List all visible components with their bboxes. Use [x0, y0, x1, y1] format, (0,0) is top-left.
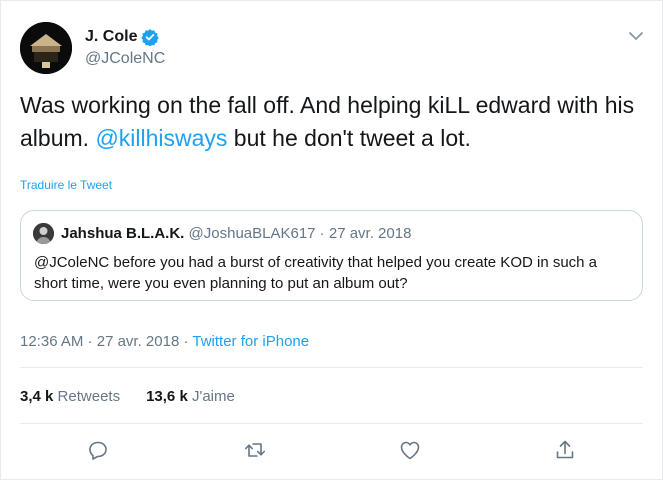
author-name-row: J. Cole: [85, 28, 160, 46]
tweet-card: J. Cole @JColeNC Was working on the fall…: [0, 0, 663, 480]
quoted-tweet[interactable]: Jahshua B.L.A.K. @JoshuaBLAK617 · 27 avr…: [20, 210, 643, 301]
tweet-time[interactable]: 12:36 AM: [20, 333, 83, 350]
retweet-icon: [245, 443, 265, 457]
quoted-text: @JColeNC before you had a burst of creat…: [34, 254, 598, 292]
retweets-label: Retweets: [57, 388, 121, 405]
retweet-button[interactable]: [243, 438, 267, 462]
quoted-author-name: Jahshua B.L.A.K.: [61, 225, 185, 242]
meta-separator-1: ·: [83, 333, 97, 350]
reply-icon: [89, 441, 107, 460]
divider-top: [20, 367, 643, 368]
chevron-down-icon[interactable]: [627, 27, 645, 45]
heart-icon: [400, 441, 420, 460]
likes-count: 13,6 k: [146, 388, 188, 405]
tweet-stats: 3,4 k Retweets 13,6 k J'aime: [20, 388, 235, 405]
like-button[interactable]: [398, 438, 422, 462]
share-button[interactable]: [553, 438, 577, 462]
retweets-count: 3,4 k: [20, 388, 54, 405]
author-avatar[interactable]: [20, 22, 72, 74]
author-name[interactable]: J. Cole: [85, 28, 137, 46]
quoted-author-avatar: [33, 223, 54, 244]
tweet-text-part2: but he don't tweet a lot.: [227, 125, 471, 151]
share-icon: [556, 440, 574, 459]
likes-stat[interactable]: 13,6 k J'aime: [146, 388, 235, 405]
quoted-header: Jahshua B.L.A.K. @JoshuaBLAK617 · 27 avr…: [61, 225, 411, 242]
divider-bottom: [20, 423, 643, 424]
tweet-text: Was working on the fall off. And helping…: [20, 89, 640, 155]
reply-button[interactable]: [86, 438, 110, 462]
verified-badge-icon: [141, 29, 160, 46]
quoted-author-handle: @JoshuaBLAK617: [188, 225, 316, 242]
likes-label: J'aime: [191, 388, 235, 405]
tweet-date[interactable]: 27 avr. 2018: [97, 333, 180, 350]
tweet-mention-link[interactable]: @killhisways: [95, 125, 227, 151]
tweet-meta: 12:36 AM · 27 avr. 2018 · Twitter for iP…: [20, 333, 309, 350]
translate-tweet-link[interactable]: Traduire le Tweet: [20, 178, 112, 192]
quoted-date: 27 avr. 2018: [328, 225, 412, 242]
tweet-source-link[interactable]: Twitter for iPhone: [192, 333, 309, 350]
meta-separator-2: ·: [179, 333, 193, 350]
retweets-stat[interactable]: 3,4 k Retweets: [20, 388, 120, 405]
quoted-separator: ·: [315, 225, 329, 242]
author-handle[interactable]: @JColeNC: [85, 50, 165, 68]
